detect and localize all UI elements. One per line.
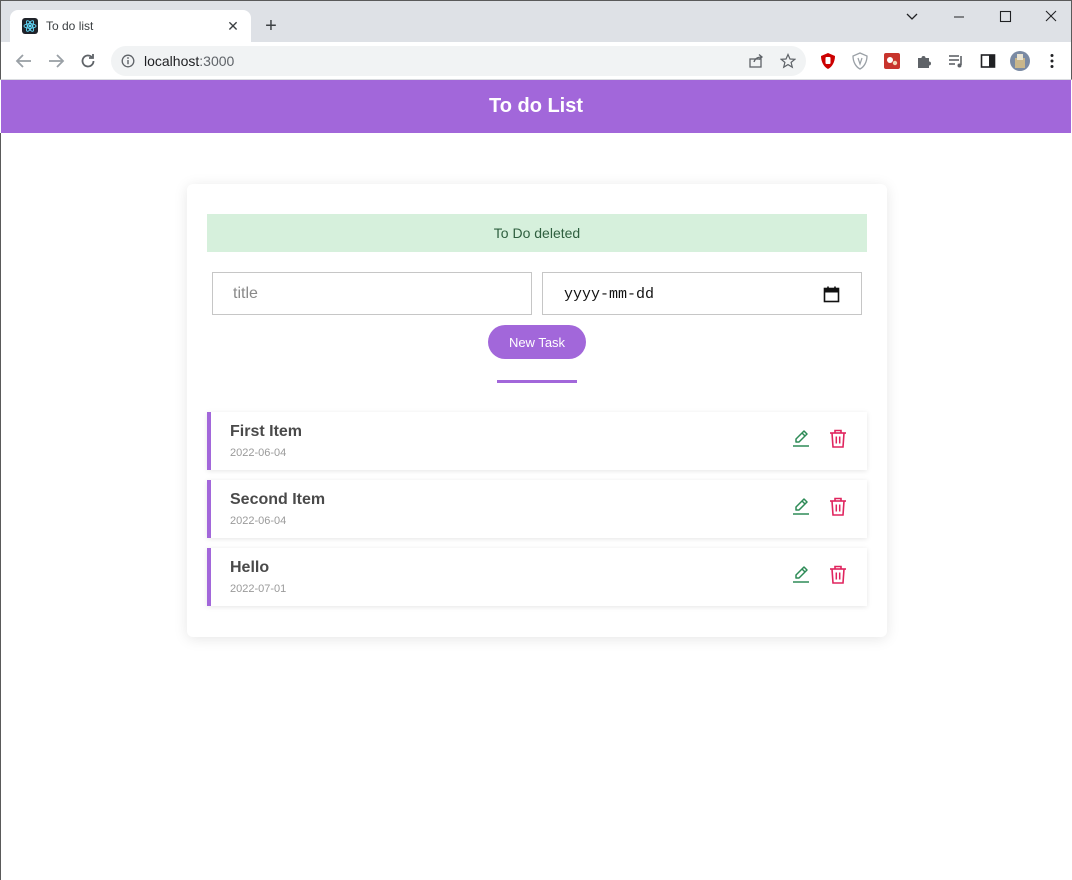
task-title: Second Item [230, 491, 326, 508]
url-host: localhost [144, 53, 200, 69]
section-divider [497, 380, 577, 383]
browser-tab[interactable]: To do list ✕ [10, 10, 251, 44]
react-favicon-icon [22, 18, 38, 34]
task-date: 2022-06-04 [230, 515, 287, 527]
date-input[interactable]: yyyy-mm-dd [542, 272, 862, 315]
browser-menu-kebab-icon[interactable] [1043, 52, 1061, 70]
edit-pencil-icon[interactable] [791, 428, 811, 450]
bookmark-star-icon[interactable] [779, 53, 797, 69]
task-date: 2022-07-01 [230, 583, 287, 595]
todo-card: To Do deleted yyyy-mm-dd New Task First … [187, 184, 887, 637]
task-item: First Item 2022-06-04 [207, 412, 867, 470]
delete-trash-icon[interactable] [828, 496, 848, 518]
url-port: :3000 [199, 53, 235, 69]
status-alert: To Do deleted [207, 214, 867, 252]
window-border [0, 133, 1, 880]
task-item: Second Item 2022-06-04 [207, 480, 867, 538]
url-text: localhost:3000 [144, 53, 234, 69]
date-placeholder: yyyy-mm-dd [564, 286, 655, 303]
edit-pencil-icon[interactable] [791, 496, 811, 518]
app-title: To do List [488, 95, 584, 117]
edit-pencil-icon[interactable] [791, 564, 811, 586]
new-tab-plus-icon[interactable]: + [260, 15, 282, 37]
app-header: To do List [1, 80, 1071, 133]
alert-message: To Do deleted [493, 225, 581, 241]
maximize-icon[interactable] [994, 7, 1016, 27]
delete-trash-icon[interactable] [828, 564, 848, 586]
address-bar[interactable]: localhost:3000 [111, 46, 806, 76]
new-task-button[interactable]: New Task [488, 325, 586, 359]
shield-extension-icon[interactable] [851, 52, 869, 70]
task-title: First Item [230, 423, 303, 440]
reload-icon[interactable] [78, 51, 98, 71]
media-playlist-icon[interactable] [947, 52, 965, 70]
extensions-puzzle-icon[interactable] [915, 52, 933, 70]
side-panel-icon[interactable] [979, 52, 997, 70]
app-extension-icon[interactable] [883, 52, 901, 70]
task-date: 2022-06-04 [230, 447, 287, 459]
delete-trash-icon[interactable] [828, 428, 848, 450]
forward-arrow-icon[interactable] [46, 51, 66, 71]
share-icon[interactable] [748, 53, 764, 69]
task-title: Hello [230, 559, 270, 576]
browser-tabstrip: To do list ✕ + [0, 0, 1072, 44]
task-item: Hello 2022-07-01 [207, 548, 867, 606]
browser-toolbar: localhost:3000 [0, 42, 1072, 80]
minimize-icon[interactable] [948, 7, 970, 27]
ublock-extension-icon[interactable] [819, 52, 837, 70]
tab-close-icon[interactable]: ✕ [224, 17, 242, 35]
site-info-icon[interactable] [121, 54, 135, 68]
back-arrow-icon[interactable] [14, 51, 34, 71]
tab-title: To do list [46, 19, 94, 33]
tab-search-chevron-icon[interactable] [901, 7, 923, 27]
title-input[interactable] [212, 272, 532, 315]
close-window-icon[interactable] [1040, 7, 1062, 27]
calendar-icon[interactable] [823, 286, 840, 303]
profile-avatar[interactable] [1010, 51, 1030, 71]
